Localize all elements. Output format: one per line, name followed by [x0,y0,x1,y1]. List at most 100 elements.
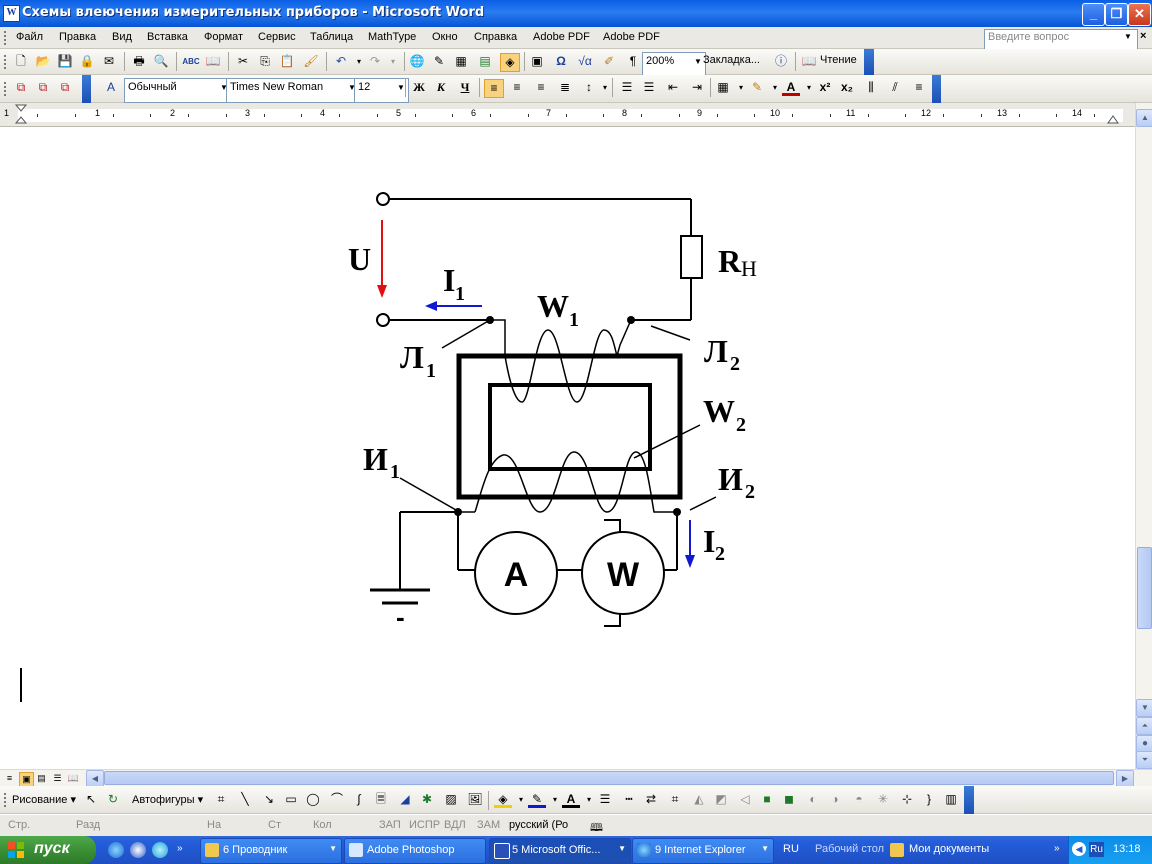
shape-option-4-icon[interactable]: ✳ [874,791,892,808]
research-icon[interactable]: 📖 [204,53,222,70]
toolbar-options-icon[interactable] [932,75,941,103]
status-ext[interactable]: ВДЛ [444,819,466,831]
print-layout-icon[interactable]: ▤ [35,772,48,785]
help-icon[interactable]: ⓘ [772,53,790,70]
horizontal-scroll-thumb[interactable] [104,771,1114,785]
menu-format[interactable]: Формат [204,31,243,43]
font-select[interactable]: Times New Roman ▼ [226,78,360,103]
redo-dropdown-icon[interactable]: ▾ [384,53,402,70]
desktop-toolbar[interactable]: Рабочий стол [815,843,884,855]
desktop-quicklaunch-icon[interactable] [152,842,168,858]
task-ie[interactable]: 9 Internet Explorer ▼ [632,838,774,864]
word-app-icon[interactable]: W [3,5,20,22]
paste-icon[interactable]: 📋 [278,53,296,70]
font-size-select[interactable]: 12 ▼ [354,78,409,103]
language-indicator[interactable]: RU [783,843,799,855]
autoshapes-button[interactable]: Автофигуры ▾ [132,793,203,806]
draw-font-color-icon[interactable]: A [562,791,580,808]
toolbar-grip-icon[interactable] [4,793,9,807]
clock[interactable]: 13:18 [1113,843,1141,855]
menu-adobe-pdf-1[interactable]: Adobe PDF [533,31,590,43]
menu-grip-icon[interactable] [4,31,9,45]
justify-icon[interactable]: ≣ [556,79,574,96]
copy-icon[interactable]: ⎘ [256,53,274,70]
menu-adobe-pdf-2[interactable]: Adobe PDF [603,31,660,43]
align-right-icon[interactable]: ≡ [532,79,550,96]
pdf-review-icon[interactable]: ⧉ [56,79,74,96]
tray-language-icon[interactable]: Ru [1089,842,1104,857]
menu-help[interactable]: Справка [474,31,517,43]
styles-icon[interactable]: A [102,79,120,96]
tray-expand-icon[interactable]: ◀ [1072,842,1086,856]
print-preview-icon[interactable]: 🔍 [152,53,170,70]
align-icon[interactable]: ◩ [712,791,730,808]
ltr-icon[interactable]: ⫼ [862,79,880,96]
doc-close-icon[interactable]: × [1140,30,1146,42]
textbox-icon[interactable]: 🗏 [372,791,390,808]
document-map-icon[interactable]: ▣ [528,53,546,70]
permission-icon[interactable]: 🔒 [78,53,96,70]
wordart-icon[interactable]: ◢ [396,791,414,808]
drawing-menu-button[interactable]: Рисование ▾ [12,793,76,806]
menu-file[interactable]: Файл [16,31,43,43]
toolbar-options-icon[interactable] [864,49,874,75]
group-icon[interactable]: ⌗ [666,791,684,808]
align-center-icon[interactable]: ≡ [508,79,526,96]
arrow-style-icon[interactable]: ⇄ [642,791,660,808]
next-page-icon[interactable]: ⏷ [1136,751,1152,769]
spelling-icon[interactable]: ABC [182,53,200,70]
open-folder-icon[interactable]: 📂 [34,53,52,70]
outline-view-icon[interactable]: ☰ [51,772,64,785]
omega-symbol-icon[interactable]: Ω [552,53,570,70]
borders-icon[interactable]: ▦ [714,79,732,96]
menu-insert[interactable]: Вставка [147,31,188,43]
select-objects-icon[interactable]: ↖ [82,791,100,808]
prev-page-icon[interactable]: ⏶ [1136,717,1152,735]
mathtype-icon[interactable]: ✐ [600,53,618,70]
distribute-icon[interactable]: ≡ [910,79,928,96]
numbering-icon[interactable]: ☰ [618,79,636,96]
undo-icon[interactable]: ↶ [332,53,350,70]
3d-icon[interactable]: ◼ [780,791,798,808]
insert-diagram-icon[interactable]: ✱ [418,791,436,808]
brace-icon[interactable]: } [920,791,938,808]
status-ovr[interactable]: ЗАМ [477,819,500,831]
task-group-dropdown-icon[interactable]: ▼ [761,844,769,853]
horizontal-scrollbar[interactable]: ≡ ▣ ▤ ☰ 📖 ◀ ▶ [0,769,1152,788]
dash-style-icon[interactable]: ┅ [620,791,638,808]
superscript-icon[interactable]: x² [816,79,834,96]
menu-mathtype[interactable]: MathType [368,31,416,43]
distribute-shapes-icon[interactable]: ◁ [736,791,754,808]
redo-icon[interactable]: ↷ [366,53,384,70]
ask-question-input[interactable]: Введите вопрос [984,29,1138,50]
insert-picture-icon[interactable]: 🖼 [466,791,484,808]
task-group-dropdown-icon[interactable]: ▼ [329,844,337,853]
format-painter-icon[interactable]: 🖌 [302,53,320,70]
toolbar-grip-icon[interactable] [4,82,9,96]
line-style-icon[interactable]: ☰ [596,791,614,808]
shape-option-5-icon[interactable]: ⊹ [898,791,916,808]
status-language[interactable]: русский (Ро [509,819,568,831]
clipart-icon[interactable]: ▨ [442,791,460,808]
rectangle-icon[interactable]: ▭ [282,791,300,808]
task-word[interactable]: 5 Microsoft Offic... ▼ [489,838,631,864]
restore-button[interactable]: ❐ [1105,3,1128,26]
arrow-icon[interactable]: ↘ [260,791,278,808]
toolbar-options-icon[interactable] [82,75,91,103]
line-icon[interactable]: ╲ [236,791,254,808]
shadow-icon[interactable]: ■ [758,791,776,808]
insert-table-icon[interactable]: ▦ [452,53,470,70]
reading-button[interactable]: Чтение [820,54,857,66]
insert-excel-icon[interactable]: ▤ [476,53,494,70]
menu-table[interactable]: Таблица [310,31,353,43]
document-area[interactable]: U I 1 W 1 R Н Л 1 Л 2 W 2 И 1 И 2 I 2 A … [0,128,1135,769]
shape-option-6-icon[interactable]: ▥ [942,791,960,808]
reading-view-icon[interactable]: 📖 [67,772,80,785]
pdf-email-icon[interactable]: ⧉ [34,79,52,96]
toolbar-options-icon[interactable] [964,786,974,814]
tables-borders-icon[interactable]: ✎ [430,53,448,70]
task-explorer[interactable]: 6 Проводник ▼ [200,838,342,864]
highlight-icon[interactable]: ✎ [748,79,766,96]
minimize-button[interactable]: _ [1082,3,1105,26]
subscript-icon[interactable]: x₂ [838,79,856,96]
